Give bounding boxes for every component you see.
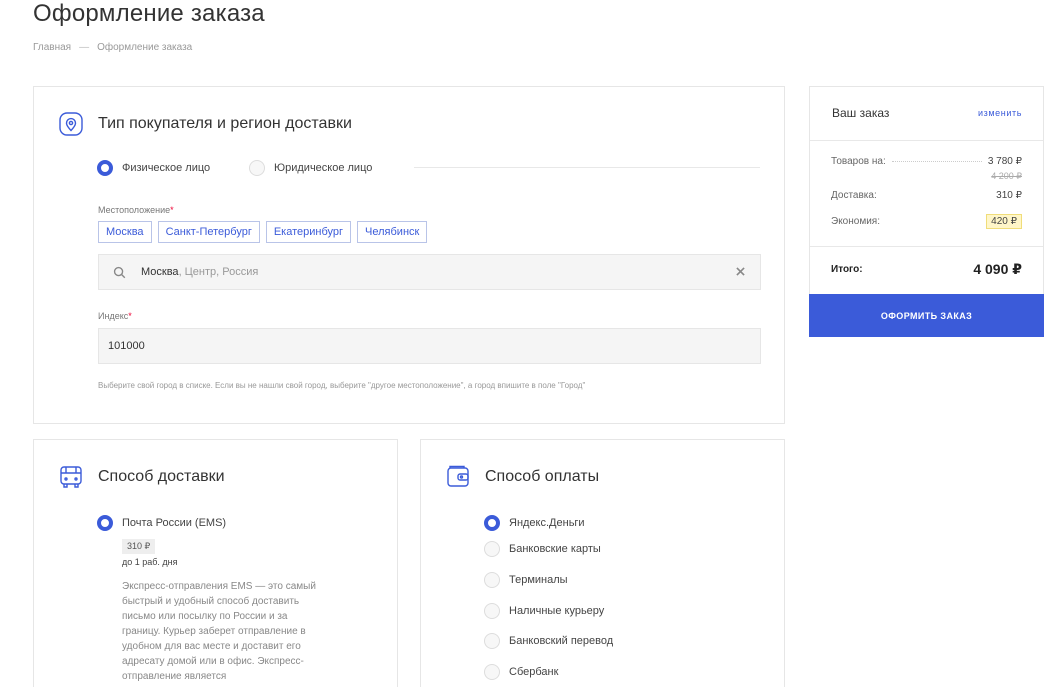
payment-option-label: Банковский перевод [509,635,614,647]
radio-cash[interactable] [484,603,500,619]
goods-value: 3 780 ₽ [987,156,1022,167]
payment-method-card: Способ оплаты Яндекс.Деньги Банковские к… [420,439,785,687]
total-label: Итого: [831,264,863,275]
radio-individual[interactable] [97,160,113,176]
total-value: 4 090 ₽ [973,261,1022,277]
radio-legal[interactable] [249,160,265,176]
delivery-cost-row: Доставка: 310 ₽ [831,190,1022,201]
required-mark: * [128,311,132,321]
divider [414,167,760,168]
page-title: Оформление заказа [33,0,265,27]
location-hint: Выберите свой город в списке. Если вы не… [98,381,586,390]
index-label-text: Индекс [98,311,129,321]
divider [810,140,1043,141]
buyer-type-individual-label: Физическое лицо [122,162,211,174]
city-chip-moscow[interactable]: Москва [98,221,152,243]
payment-option-label: Наличные курьеру [509,605,605,617]
index-label: Индекс* [98,311,132,321]
payment-option-cards[interactable]: Банковские карты [484,541,601,557]
payment-option-label: Банковские карты [509,543,601,555]
delivery-days: до 1 раб. дня [122,557,178,567]
payment-option-bank-transfer[interactable]: Банковский перевод [484,633,613,649]
breadcrumb-home-link[interactable]: Главная [33,42,71,53]
delivery-price-badge: 310 ₽ [122,539,156,554]
buyer-type-legal-label: Юридическое лицо [274,162,373,174]
city-chip-ekaterinburg[interactable]: Екатеринбург [265,221,352,243]
wallet-icon [446,465,470,489]
payment-section-header: Способ оплаты [446,465,599,489]
region-section-title: Тип покупателя и регион доставки [98,115,352,132]
radio-bank-transfer[interactable] [484,633,500,649]
payment-option-terminals[interactable]: Терминалы [484,572,568,588]
payment-option-yandex[interactable]: Яндекс.Деньги [484,515,585,531]
required-mark: * [170,205,174,215]
goods-old-price: 4 200 ₽ [991,171,1022,181]
buyer-region-card: Тип покупателя и регион доставки Физичес… [33,86,785,424]
radio-yandex[interactable] [484,515,500,531]
location-label: Местоположение* [98,205,174,215]
search-icon [113,266,126,282]
index-input[interactable]: 101000 [98,328,761,364]
radio-ems[interactable] [97,515,113,531]
goods-total-row: Товаров на: 3 780 ₽ [831,156,1022,167]
breadcrumb: Главная — Оформление заказа [33,42,192,53]
delivery-option-ems[interactable]: Почта России (EMS) [97,515,226,531]
delivery-section-title: Способ доставки [98,468,225,485]
delivery-method-card: Способ доставки Почта России (EMS) 310 ₽… [33,439,398,687]
close-icon[interactable] [736,267,745,279]
breadcrumb-separator: — [79,42,90,53]
payment-option-label: Яндекс.Деньги [509,517,585,529]
edit-order-link[interactable]: изменить [978,108,1022,118]
saving-row: Экономия: 420 ₽ [831,214,1022,229]
buyer-type-legal[interactable]: Юридическое лицо [249,160,372,176]
location-value: Москва, Центр, Россия [141,266,258,278]
payment-option-cash[interactable]: Наличные курьеру [484,603,604,619]
radio-cards[interactable] [484,541,500,557]
order-summary-title: Ваш заказ [832,106,890,120]
region-section-header: Тип покупателя и регион доставки [59,112,352,136]
index-value: 101000 [108,340,145,352]
payment-section-title: Способ оплаты [485,468,600,485]
location-city: Москва [141,266,179,278]
goods-label: Товаров на: [831,156,886,167]
city-quick-chips: Москва Санкт-Петербург Екатеринбург Челя… [98,221,428,243]
delivery-section-header: Способ доставки [59,465,225,489]
radio-terminals[interactable] [484,572,500,588]
place-order-button[interactable]: ОФОРМИТЬ ЗАКАЗ [809,294,1044,337]
divider [810,246,1043,247]
buyer-type-individual[interactable]: Физическое лицо [97,160,210,176]
city-chip-spb[interactable]: Санкт-Петербург [157,221,260,243]
location-search-input[interactable]: Москва, Центр, Россия [98,254,761,290]
city-chip-chelyabinsk[interactable]: Челябинск [357,221,428,243]
delivery-label: Доставка: [831,190,877,201]
saving-label: Экономия: [831,216,880,227]
payment-option-sberbank[interactable]: Сбербанк [484,664,558,680]
bus-icon [59,465,83,489]
payment-option-label: Сбербанк [509,666,559,678]
radio-sberbank[interactable] [484,664,500,680]
order-summary-card: Ваш заказ изменить Товаров на: 3 780 ₽ 4… [809,86,1044,337]
payment-option-label: Терминалы [509,574,568,586]
delivery-description: Экспресс-отправления EMS — это самый быс… [122,581,316,682]
delivery-value: 310 ₽ [996,190,1022,201]
saving-badge: 420 ₽ [986,214,1022,229]
breadcrumb-current: Оформление заказа [97,42,193,53]
location-region: , Центр, Россия [178,266,259,278]
delivery-option-label: Почта России (EMS) [122,517,227,529]
location-label-text: Местоположение [98,205,171,215]
location-pin-icon [59,112,83,136]
dotted-leader [891,161,982,162]
